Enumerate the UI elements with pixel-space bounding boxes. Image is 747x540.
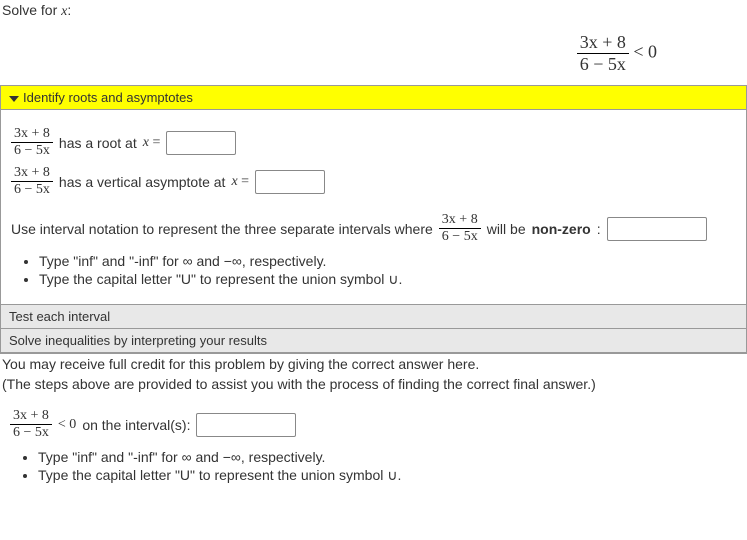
section-header-solve[interactable]: Solve inequalities by interpreting your … [1, 329, 746, 353]
section-title-1: Identify roots and asymptotes [23, 90, 193, 105]
hints-list-1: Type "inf" and "-inf" for ∞ and −∞, resp… [11, 253, 736, 288]
fraction-denominator: 6 − 5x [577, 53, 629, 75]
asymp-frac-den: 6 − 5x [11, 181, 53, 198]
interval-text-1: Use interval notation to represent the t… [11, 221, 433, 237]
hint-item: Type the capital letter "U" to represent… [38, 467, 737, 484]
root-eq: x = [143, 135, 161, 151]
main-ineq-op: < 0 [629, 42, 657, 62]
section-header-roots[interactable]: Identify roots and asymptotes [1, 85, 746, 110]
final-line: 3x + 8 6 − 5x < 0 on the interval(s): [10, 408, 737, 441]
problem-prompt: Solve for x: [0, 0, 747, 26]
hints-list-2: Type "inf" and "-inf" for ∞ and −∞, resp… [10, 449, 737, 484]
main-fraction: 3x + 8 6 − 5x [577, 32, 629, 75]
int-frac-num: 3x + 8 [439, 212, 481, 228]
nonzero-intervals-input[interactable] [607, 217, 707, 241]
asymp-eq: x = [231, 174, 249, 190]
hint-item: Type the capital letter "U" to represent… [39, 271, 736, 288]
caret-down-icon [9, 96, 19, 102]
interval-fraction: 3x + 8 6 − 5x [439, 212, 481, 245]
section-body-roots: 3x + 8 6 − 5x has a root at x = 3x + 8 6… [1, 110, 746, 304]
asymptote-line: 3x + 8 6 − 5x has a vertical asymptote a… [11, 165, 736, 198]
prompt-suffix: : [67, 2, 71, 18]
section-title-2: Test each interval [9, 309, 110, 324]
root-input[interactable] [166, 131, 236, 155]
final-frac-num: 3x + 8 [10, 408, 52, 424]
root-frac-den: 6 − 5x [11, 142, 53, 159]
root-text: has a root at [59, 135, 137, 151]
final-frac-den: 6 − 5x [10, 424, 52, 441]
final-fraction: 3x + 8 6 − 5x [10, 408, 52, 441]
credit-note-2: (The steps above are provided to assist … [0, 374, 747, 394]
hint-item: Type "inf" and "-inf" for ∞ and −∞, resp… [39, 253, 736, 269]
asymptote-input[interactable] [255, 170, 325, 194]
interval-text-2: will be [487, 221, 526, 237]
section-title-3: Solve inequalities by interpreting your … [9, 333, 267, 348]
interval-text-3: non-zero [532, 221, 591, 237]
credit-note-1: You may receive full credit for this pro… [0, 354, 747, 374]
root-frac-num: 3x + 8 [11, 126, 53, 142]
fraction-numerator: 3x + 8 [577, 32, 629, 53]
root-line: 3x + 8 6 − 5x has a root at x = [11, 126, 736, 159]
root-fraction: 3x + 8 6 − 5x [11, 126, 53, 159]
asymp-frac-num: 3x + 8 [11, 165, 53, 181]
final-ineq: < 0 [58, 417, 76, 433]
final-answer-input[interactable] [196, 413, 296, 437]
sections-container: Identify roots and asymptotes 3x + 8 6 −… [0, 85, 747, 354]
main-inequality: 3x + 8 6 − 5x < 0 [0, 26, 747, 85]
asymp-fraction: 3x + 8 6 − 5x [11, 165, 53, 198]
prompt-prefix: Solve for [2, 2, 61, 18]
int-frac-den: 6 − 5x [439, 228, 481, 245]
hint-item: Type "inf" and "-inf" for ∞ and −∞, resp… [38, 449, 737, 465]
final-on-text: on the interval(s): [82, 417, 190, 433]
interval-text-4: : [597, 221, 601, 237]
interval-line: Use interval notation to represent the t… [11, 212, 736, 245]
section-header-test[interactable]: Test each interval [1, 304, 746, 329]
asymp-text: has a vertical asymptote at [59, 174, 226, 190]
final-answer-area: 3x + 8 6 − 5x < 0 on the interval(s): Ty… [0, 394, 747, 500]
